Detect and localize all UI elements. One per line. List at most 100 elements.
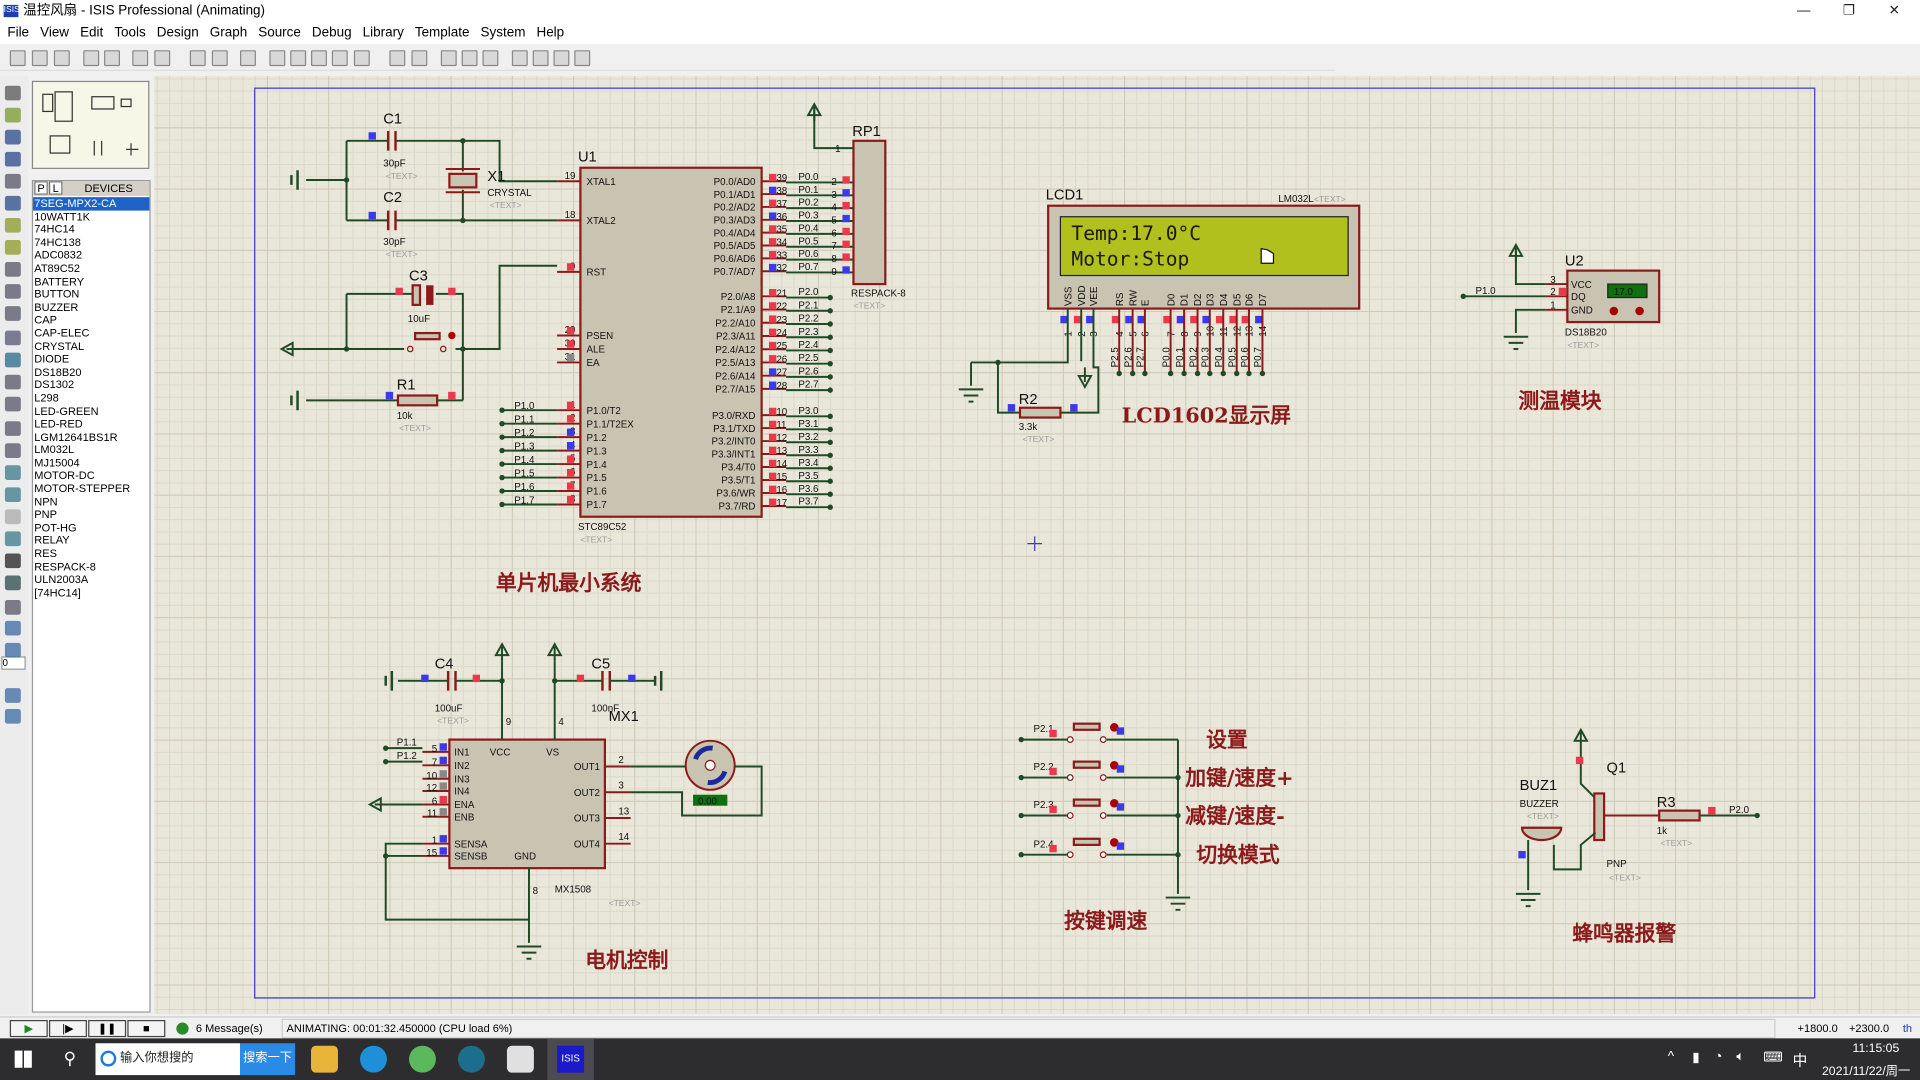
net-label: P1.5	[514, 468, 535, 479]
mcu-pin-name: P1.5	[587, 473, 608, 484]
r3-value: 1k	[1657, 826, 1667, 837]
rp1-pin-number: 3	[831, 190, 837, 201]
windows-start-icon[interactable]	[14, 1050, 32, 1068]
junction-dot	[827, 413, 833, 420]
driver-pin-name: IN3	[454, 774, 470, 785]
driver-pin-number: 11	[427, 809, 437, 820]
buzzer-ref: BUZ1	[1520, 778, 1558, 794]
c2-ref: C2	[383, 190, 402, 206]
logic-state-marker	[1073, 315, 1082, 324]
mcu-pin-name: P1.6	[587, 487, 608, 498]
rp1-pin-number: 5	[831, 215, 837, 226]
mcu-pin-name: P0.5/AD5	[714, 241, 756, 252]
lcd-line-1: Temp:17.0°C	[1071, 222, 1201, 245]
lcd-part: LM032L	[1278, 194, 1314, 205]
switch-contact	[1099, 736, 1107, 744]
browser-360-icon[interactable]	[408, 1045, 436, 1073]
junction-dot	[827, 374, 833, 380]
logic-state-marker	[439, 835, 447, 843]
volume-icon[interactable]: 🔈︎	[1736, 1049, 1744, 1065]
q1-text: <TEXT>	[1609, 872, 1641, 882]
junction-dot	[499, 420, 505, 427]
keyboard-icon[interactable]: ⌨	[1763, 1049, 1782, 1066]
logic-state-marker	[768, 341, 777, 350]
document-app-icon[interactable]	[506, 1045, 534, 1073]
switch-contact	[1066, 774, 1074, 781]
mcu-pin-name: P3.6/WR	[716, 489, 755, 500]
c4-ref: C4	[435, 657, 454, 673]
tray-chevron-icon[interactable]: ^	[1668, 1049, 1674, 1064]
app-icon-teal[interactable]	[457, 1045, 485, 1073]
logic-state-marker	[768, 459, 777, 468]
clock-date[interactable]: 2021/11/22/周一	[1812, 1060, 1920, 1078]
push-button-icon	[1072, 722, 1101, 731]
mcu-part: STC89C52	[578, 522, 626, 533]
driver-pin-name: OUT4	[574, 839, 601, 850]
mcu-pin-name: P0.7/AD7	[714, 267, 756, 278]
c1-ref: C1	[383, 112, 402, 128]
units-toggle[interactable]: th	[1903, 1018, 1912, 1040]
rp1-pin-number: 8	[831, 254, 837, 265]
ground-icon	[1165, 896, 1191, 911]
mcu-pin-name: P2.7/A15	[715, 385, 756, 396]
logic-state-marker	[1049, 844, 1057, 853]
mcu-pin-name: P0.0/AD0	[714, 177, 756, 188]
logic-state-marker	[1215, 315, 1224, 324]
mcu-pin-name: P3.3/INT1	[711, 450, 755, 461]
junction-dot	[383, 853, 389, 859]
search-icon[interactable]: ⚲	[64, 1048, 77, 1069]
mcu-pin-number: 12	[776, 433, 787, 444]
logic-state-marker	[768, 420, 777, 429]
clock-time[interactable]: 11:15:05	[1837, 1042, 1915, 1055]
driver-pin-number: 15	[426, 848, 437, 859]
edge-browser-icon[interactable]	[360, 1045, 387, 1073]
rp1-pin-number: 9	[831, 267, 836, 278]
web-search-button[interactable]: 搜索一下	[240, 1043, 296, 1076]
isis-app-icon: ISIS	[557, 1045, 585, 1073]
file-explorer-icon[interactable]	[311, 1045, 338, 1073]
wire	[1514, 308, 1546, 334]
c3-ref: C3	[409, 268, 428, 284]
mcu-pin-number: 39	[776, 173, 787, 184]
junction-dot	[827, 465, 833, 471]
ground-icon	[516, 945, 542, 960]
mcu-pin-name: P0.6/AD6	[714, 254, 756, 265]
power-terminal-icon	[806, 102, 823, 122]
mcu-pin-name: P0.2/AD2	[714, 203, 756, 214]
lcd-pin-number: 2	[1077, 331, 1088, 336]
junction-dot	[1234, 370, 1240, 377]
logic-state-marker	[768, 225, 777, 233]
logic-state-marker	[842, 253, 850, 261]
sensor-pin-number: 2	[1550, 287, 1555, 298]
stop-button[interactable]: ■	[127, 1020, 166, 1038]
junction-dot	[1018, 736, 1024, 743]
network-icon[interactable]: ◔	[1714, 1049, 1722, 1064]
section-label-temp: 测温模块	[1518, 388, 1601, 413]
sensor-pin-name: VCC	[1571, 280, 1592, 291]
logic-state-marker	[1007, 404, 1016, 412]
play-button[interactable]: ▶	[9, 1020, 48, 1038]
resistor-icon	[1018, 406, 1062, 419]
web-search-input[interactable]: 输入你想搜的	[95, 1043, 241, 1076]
mcu-pin-number: 21	[776, 288, 787, 299]
driver-pin-name: OUT3	[574, 814, 601, 825]
pause-button[interactable]: ❚❚	[88, 1020, 127, 1038]
cap-elec-plate	[411, 284, 422, 307]
net-label: P0.5	[1228, 347, 1239, 368]
lcd-pin-number: 11	[1219, 327, 1230, 337]
driver-gnd-label: GND	[514, 852, 536, 863]
ime-indicator[interactable]: 中	[1793, 1049, 1808, 1070]
logic-state-marker	[472, 674, 481, 683]
respack-rp1	[852, 139, 887, 286]
step-button[interactable]: |▶	[48, 1020, 87, 1038]
taskbar-isis-active[interactable]: ISIS	[547, 1038, 594, 1080]
messages-count[interactable]: 6 Message(s)	[196, 1018, 263, 1040]
logic-state-marker	[566, 340, 575, 348]
logic-state-marker	[768, 446, 777, 455]
logic-state-marker	[1125, 315, 1133, 324]
driver-part: MX1508	[555, 885, 592, 896]
c4-text: <TEXT>	[437, 716, 469, 726]
mcu-pin-name: P2.6/A14	[715, 371, 756, 382]
logic-state-marker	[842, 240, 850, 248]
c4-value: 100uF	[435, 703, 463, 714]
